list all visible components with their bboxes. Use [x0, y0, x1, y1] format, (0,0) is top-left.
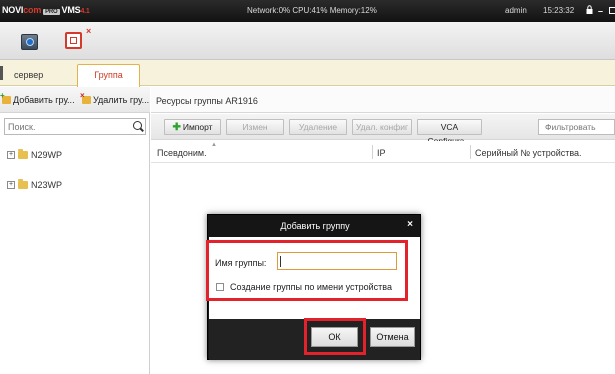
- logo-novi: NOVI: [2, 5, 24, 15]
- tab-bar-marker: [0, 66, 3, 80]
- clock: 15:23:32: [543, 6, 575, 15]
- column-divider[interactable]: [470, 145, 471, 159]
- cancel-button[interactable]: Отмена: [370, 327, 415, 347]
- folder-icon: [18, 149, 28, 159]
- current-user[interactable]: admin: [505, 6, 527, 15]
- column-ip[interactable]: IP: [377, 148, 386, 158]
- device-icon-inner: [70, 37, 77, 44]
- filter-input[interactable]: [539, 120, 614, 134]
- search-icon[interactable]: [133, 121, 142, 130]
- tree-item[interactable]: + N29WP: [7, 149, 63, 160]
- delete-config-button[interactable]: Удал. конфиг: [352, 119, 412, 135]
- delete-button[interactable]: Удаление: [289, 119, 347, 135]
- import-button[interactable]: ✚ Импорт: [164, 119, 221, 135]
- tree-item-label: N29WP: [31, 150, 63, 160]
- delete-folder-icon: [80, 91, 91, 104]
- app-logo: NOVIcom PRO VMS4.1: [2, 5, 90, 15]
- expand-icon[interactable]: +: [7, 151, 15, 159]
- resource-actions-bar: ✚ Импорт Измен Удаление Удал. конфиг VCA …: [151, 114, 615, 146]
- column-serial[interactable]: Серийный № устройства.: [475, 148, 582, 158]
- add-group-button[interactable]: Добавить гру...: [0, 91, 75, 105]
- logo-pro-badge: PRO: [43, 9, 60, 15]
- logo-version: 4.1: [80, 8, 90, 15]
- folder-icon: [18, 179, 28, 189]
- group-search: [4, 118, 146, 135]
- group-tree-panel: Добавить гру... Удалить гру... + N29WP +…: [0, 87, 150, 374]
- camera-lens: [26, 38, 34, 46]
- system-stats: Network:0% CPU:41% Memory:12%: [247, 6, 377, 15]
- title-bar: NOVIcom PRO VMS4.1 Network:0% CPU:41% Memo…: [0, 0, 615, 22]
- tab-bar: сервер Группа: [0, 60, 615, 87]
- lock-icon[interactable]: [586, 5, 593, 14]
- logo-com: com: [23, 5, 42, 15]
- tree-item[interactable]: + N23WP: [7, 179, 63, 190]
- add-folder-icon: [0, 91, 11, 104]
- filter-field: [538, 119, 615, 135]
- logo-vms: VMS: [61, 5, 81, 15]
- delete-group-label: Удалить гру...: [93, 95, 150, 105]
- plus-icon: ✚: [172, 122, 181, 133]
- close-icon[interactable]: ×: [407, 219, 413, 230]
- search-input[interactable]: [5, 119, 129, 134]
- vca-config-button[interactable]: VCA Configura...: [417, 119, 482, 146]
- minimize-icon[interactable]: –: [598, 6, 603, 16]
- device-management-icon[interactable]: [65, 32, 82, 49]
- tab-server[interactable]: сервер: [14, 70, 43, 80]
- live-view-camera-icon[interactable]: [21, 34, 38, 50]
- delete-group-button[interactable]: Удалить гру...: [80, 91, 150, 105]
- expand-icon[interactable]: +: [7, 181, 15, 189]
- tab-group[interactable]: Группа: [77, 64, 140, 87]
- close-module-icon[interactable]: ×: [86, 26, 91, 36]
- dialog-title: Добавить группу: [280, 221, 350, 231]
- column-divider[interactable]: [372, 145, 373, 159]
- add-group-label: Добавить гру...: [13, 95, 75, 105]
- highlight-ok-frame: [304, 318, 366, 355]
- column-alias[interactable]: Псевдоним.: [157, 148, 207, 158]
- highlight-fields-frame: [206, 240, 408, 301]
- sort-indicator-icon: ▲: [211, 142, 217, 148]
- panel-title: Ресурсы группы AR1916: [151, 87, 615, 113]
- main-toolbar: ×: [0, 22, 615, 60]
- maximize-icon[interactable]: [609, 7, 615, 14]
- edit-button[interactable]: Измен: [226, 119, 284, 135]
- group-actions-bar: Добавить гру... Удалить гру...: [0, 87, 150, 113]
- resources-table-header: Псевдоним. ▲ IP Серийный № устройства.: [151, 141, 615, 163]
- tree-item-label: N23WP: [31, 180, 63, 190]
- import-label: Импорт: [182, 122, 213, 132]
